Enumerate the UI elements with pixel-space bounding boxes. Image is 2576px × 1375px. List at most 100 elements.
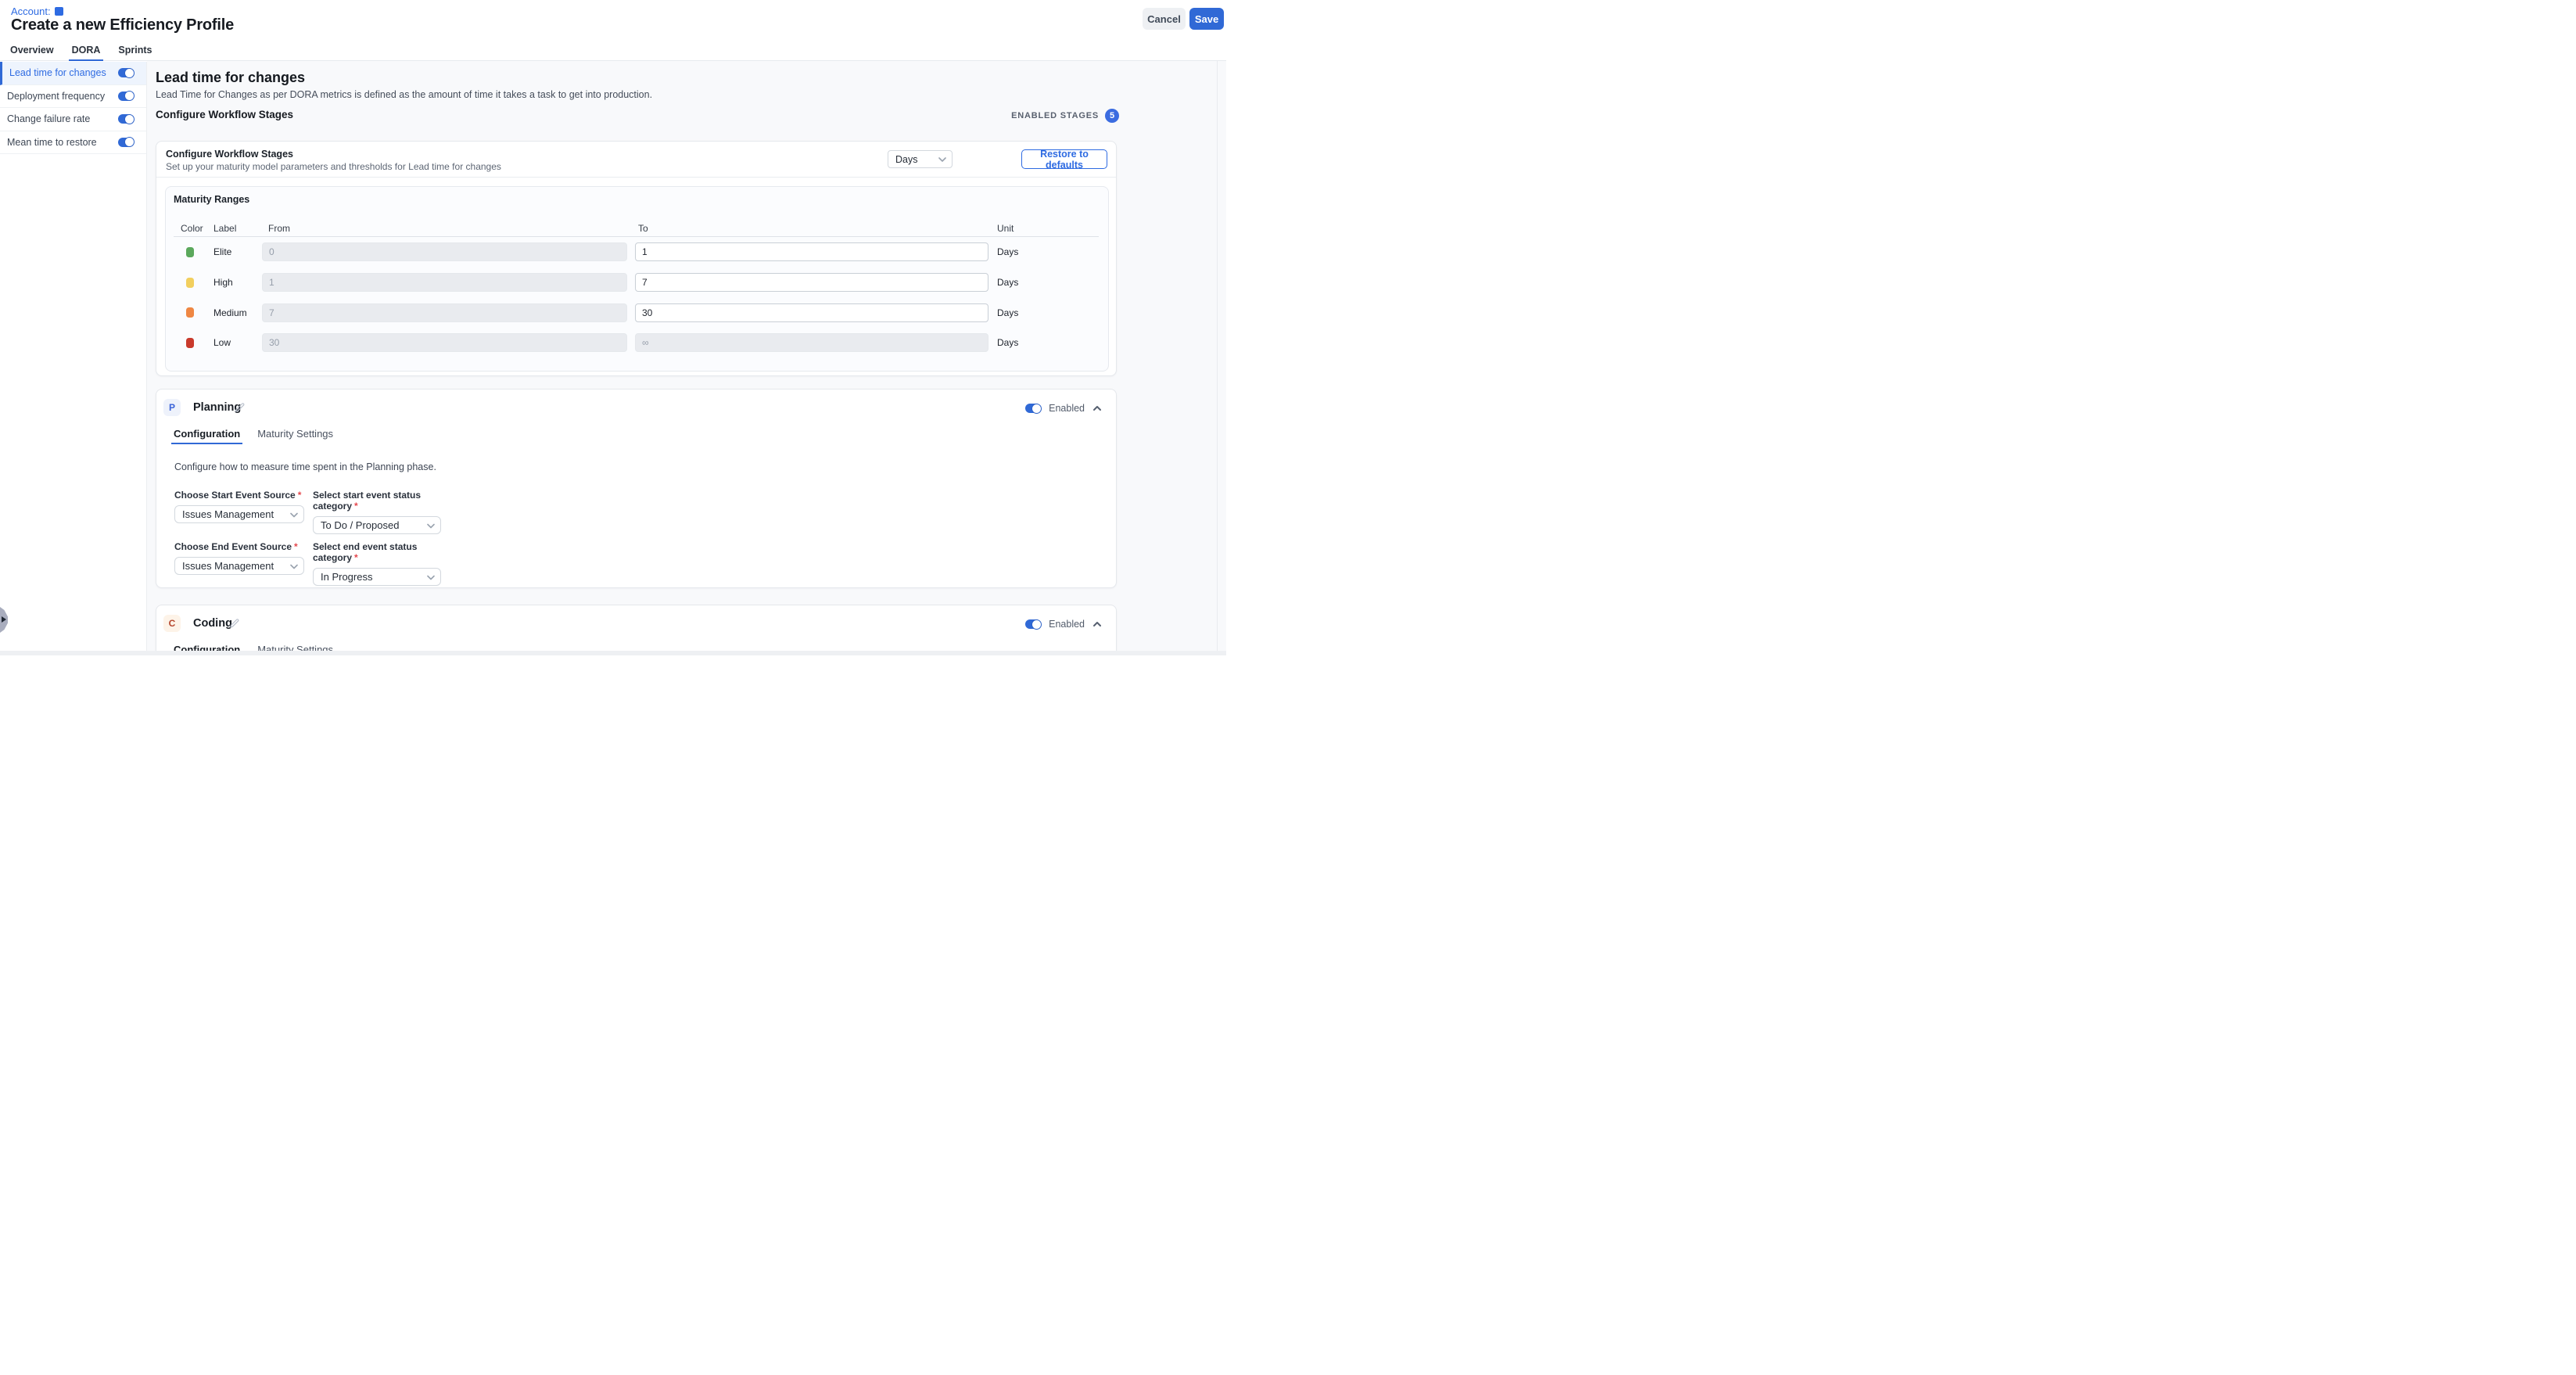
stage-card-planning: P Planning Enabled Configuration Maturit… xyxy=(156,389,1117,588)
metric-description: Lead Time for Changes as per DORA metric… xyxy=(156,89,652,100)
maturity-row-high: High Days xyxy=(166,273,1108,292)
toggle-knob xyxy=(1031,404,1042,414)
sidebar-item-label: Change failure rate xyxy=(7,113,90,124)
enabled-label: Enabled xyxy=(1049,403,1085,414)
page-title: Create a new Efficiency Profile xyxy=(11,16,234,34)
edit-pencil-icon[interactable] xyxy=(235,402,246,413)
sidebar-item-label: Lead time for changes xyxy=(9,67,106,78)
unit-label: Days xyxy=(997,307,1018,318)
to-input[interactable] xyxy=(635,303,988,322)
planning-enabled-toggle[interactable] xyxy=(1025,404,1041,413)
chevron-down-icon xyxy=(290,560,298,572)
horizontal-scrollbar-track[interactable] xyxy=(0,651,1226,655)
field-label: Choose End Event Source* xyxy=(174,541,304,552)
restore-defaults-button[interactable]: Restore to defaults xyxy=(1021,149,1107,169)
tab-overview[interactable]: Overview xyxy=(7,42,57,61)
tab-sprints[interactable]: Sprints xyxy=(115,42,155,61)
color-swatch xyxy=(186,247,194,257)
tab-configuration[interactable]: Configuration xyxy=(171,428,242,444)
toggle-knob xyxy=(124,137,135,147)
start-event-status-category-select[interactable]: To Do / Proposed xyxy=(313,516,441,534)
top-header: Account: Create a new Efficiency Profile… xyxy=(0,0,1226,61)
toggle-knob xyxy=(124,68,135,78)
breadcrumb: Account: xyxy=(11,5,63,17)
collapse-chevron-up-icon[interactable] xyxy=(1092,621,1102,627)
maturity-row-elite: Elite Days xyxy=(166,242,1108,261)
toggle-knob xyxy=(1031,619,1042,630)
select-value: Issues Management xyxy=(182,560,274,572)
mean-time-to-restore-toggle[interactable] xyxy=(118,138,134,147)
tab-maturity-settings[interactable]: Maturity Settings xyxy=(255,428,335,444)
end-event-status-category-select[interactable]: In Progress xyxy=(313,568,441,586)
sidebar-item-label: Deployment frequency xyxy=(7,91,105,102)
to-input[interactable] xyxy=(635,242,988,261)
unit-label: Days xyxy=(997,337,1018,348)
save-button[interactable]: Save xyxy=(1189,8,1224,30)
field-end-event-source: Choose End Event Source* Issues Manageme… xyxy=(174,541,304,575)
unit-select[interactable]: Days xyxy=(888,150,953,168)
select-value: In Progress xyxy=(321,571,372,583)
color-swatch xyxy=(186,278,194,288)
account-link[interactable]: Account: xyxy=(11,5,51,17)
stage-avatar: C xyxy=(163,615,181,632)
unit-label: Days xyxy=(997,277,1018,288)
from-input xyxy=(262,242,627,261)
required-asterisk: * xyxy=(294,541,298,552)
tab-dora[interactable]: DORA xyxy=(69,42,104,61)
field-label: Choose Start Event Source* xyxy=(174,490,304,501)
stage-controls: Enabled xyxy=(1025,619,1102,630)
metric-title: Lead time for changes xyxy=(156,70,305,86)
maturity-label: Low xyxy=(213,337,231,348)
stage-card-coding: C Coding Enabled Configuration Maturity … xyxy=(156,605,1117,655)
start-event-source-select[interactable]: Issues Management xyxy=(174,505,304,523)
from-input xyxy=(262,333,627,352)
stage-tabs: Configuration Maturity Settings xyxy=(171,428,335,444)
sidebar-item-mean-time-to-restore[interactable]: Mean time to restore xyxy=(0,131,146,155)
stage-controls: Enabled xyxy=(1025,403,1102,414)
deployment-frequency-toggle[interactable] xyxy=(118,92,134,101)
change-failure-rate-toggle[interactable] xyxy=(118,114,134,124)
enabled-label: Enabled xyxy=(1049,619,1085,630)
stage-name: Coding xyxy=(193,617,232,630)
column-header-unit: Unit xyxy=(997,223,1014,234)
sidebar-item-label: Mean time to restore xyxy=(7,137,97,148)
workflow-card-header: Configure Workflow Stages Set up your ma… xyxy=(156,142,1116,178)
field-start-event-status-category: Select start event status category* To D… xyxy=(313,490,441,534)
chevron-down-icon xyxy=(427,571,435,583)
unit-label: Days xyxy=(997,246,1018,257)
to-input[interactable] xyxy=(635,273,988,292)
enabled-stages-label: ENABLED STAGES xyxy=(1011,111,1099,120)
sidebar-item-lead-time-for-changes[interactable]: Lead time for changes xyxy=(0,62,146,85)
color-swatch xyxy=(186,338,194,348)
maturity-ranges-panel: Maturity Ranges Color Label From To Unit… xyxy=(165,186,1109,372)
collapse-chevron-up-icon[interactable] xyxy=(1092,405,1102,411)
chevron-down-icon xyxy=(427,519,435,531)
required-asterisk: * xyxy=(298,490,302,501)
stage-description: Configure how to measure time spent in t… xyxy=(174,461,436,472)
cancel-button[interactable]: Cancel xyxy=(1143,8,1186,30)
end-event-source-select[interactable]: Issues Management xyxy=(174,557,304,575)
sidebar-item-deployment-frequency[interactable]: Deployment frequency xyxy=(0,85,146,109)
enabled-stages-badge: 5 xyxy=(1105,109,1119,123)
coding-enabled-toggle[interactable] xyxy=(1025,619,1041,629)
app-root: Account: Create a new Efficiency Profile… xyxy=(0,0,1226,655)
lead-time-toggle[interactable] xyxy=(118,68,134,77)
sidebar-item-change-failure-rate[interactable]: Change failure rate xyxy=(0,108,146,131)
required-asterisk: * xyxy=(354,501,358,512)
stage-avatar: P xyxy=(163,399,181,416)
toggle-knob xyxy=(124,91,135,101)
maturity-label: Elite xyxy=(213,246,231,257)
maturity-label: High xyxy=(213,277,233,288)
maturity-row-low: Low Days xyxy=(166,333,1108,352)
account-logo[interactable] xyxy=(55,7,63,16)
from-input xyxy=(262,273,627,292)
maturity-row-medium: Medium Days xyxy=(166,303,1108,322)
metrics-sidebar: Lead time for changes Deployment frequen… xyxy=(0,62,147,655)
field-end-event-status-category: Select end event status category* In Pro… xyxy=(313,541,441,586)
edit-pencil-icon[interactable] xyxy=(229,618,240,629)
workflow-stages-card: Configure Workflow Stages Set up your ma… xyxy=(156,141,1117,376)
maturity-label: Medium xyxy=(213,307,247,318)
vertical-scrollbar-track[interactable] xyxy=(1217,61,1218,651)
configure-workflow-stages-heading: Configure Workflow Stages xyxy=(156,109,293,120)
workflow-card-subtitle: Set up your maturity model parameters an… xyxy=(166,161,1107,172)
